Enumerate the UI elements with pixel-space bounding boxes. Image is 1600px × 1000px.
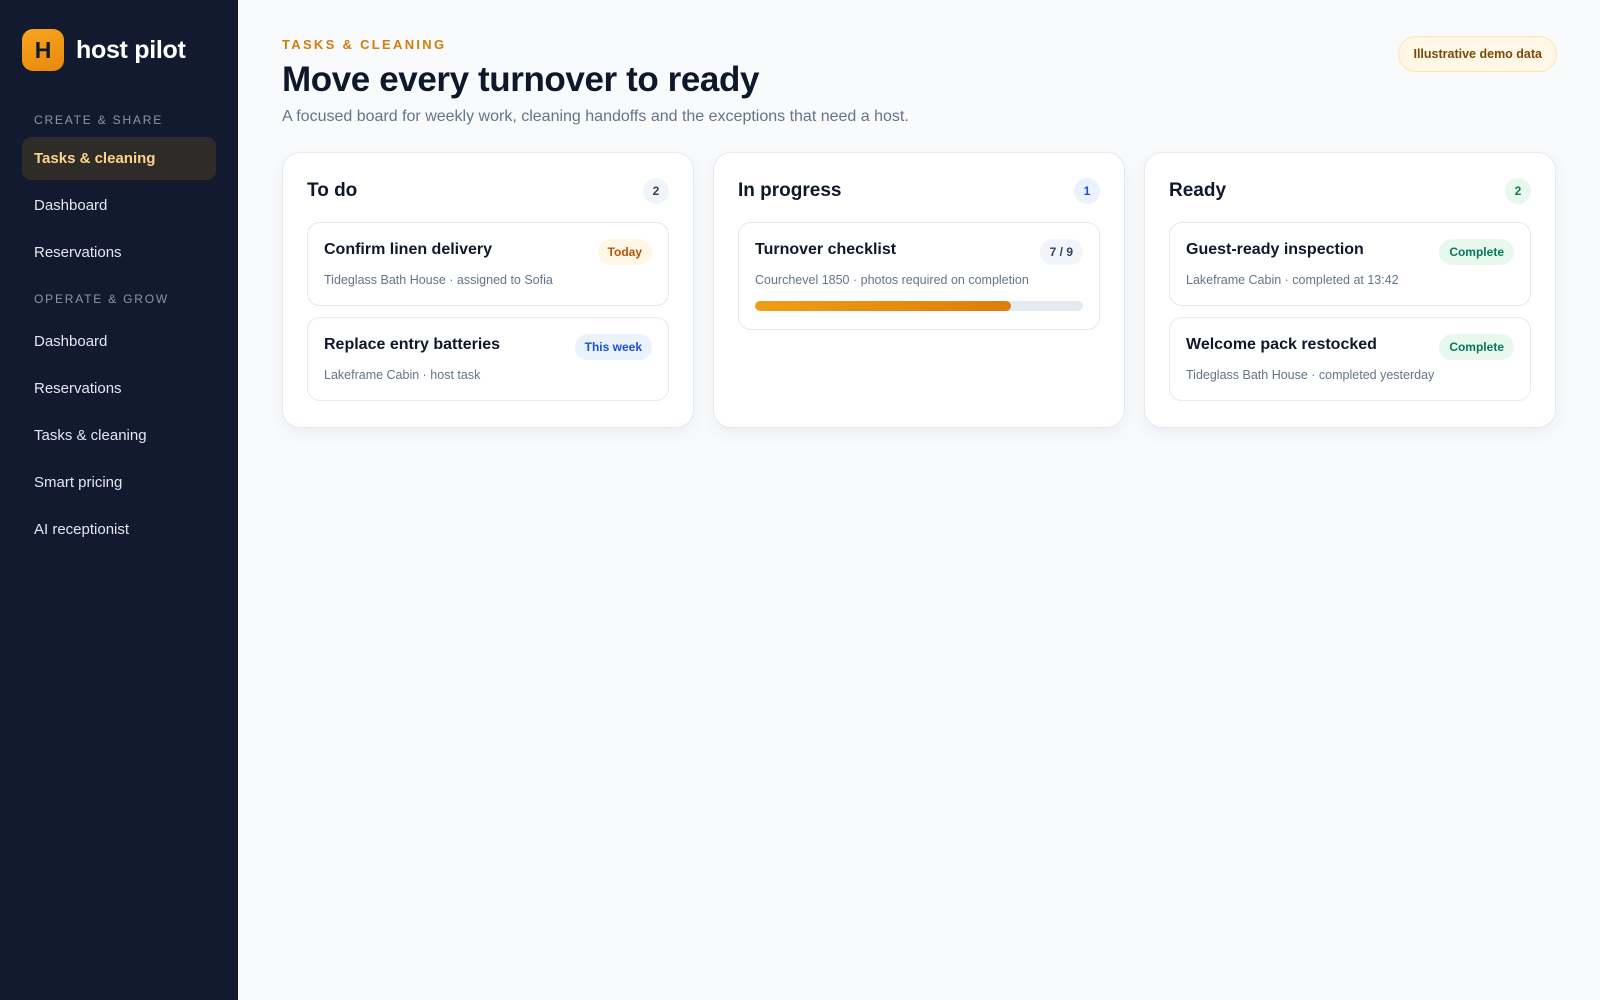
page-eyebrow: TASKS & CLEANING <box>282 37 447 52</box>
due-badge: Today <box>597 239 652 265</box>
task-title: Guest-ready inspection <box>1186 241 1364 258</box>
status-badge: Complete <box>1439 334 1514 360</box>
task-title: Confirm linen delivery <box>324 241 493 258</box>
sidebar-item-reservations[interactable]: Reservations <box>22 367 216 410</box>
column-count-badge: 2 <box>643 178 669 204</box>
status-badge: Complete <box>1439 239 1514 265</box>
task-card[interactable]: Replace entry batteries This week Lakefr… <box>307 317 669 401</box>
column-title: To do <box>307 180 358 201</box>
task-card[interactable]: Welcome pack restocked Complete Tideglas… <box>1169 317 1531 401</box>
nav-section-label: CREATE & SHARE <box>34 113 163 127</box>
demo-data-badge: Illustrative demo data <box>1398 36 1557 72</box>
task-card[interactable]: Confirm linen delivery Today Tideglass B… <box>307 222 669 306</box>
card-header: Replace entry batteries This week <box>324 334 652 360</box>
column-count-badge: 2 <box>1505 178 1531 204</box>
nav-section-label: OPERATE & GROW <box>34 292 169 306</box>
column-title: Ready <box>1169 180 1227 201</box>
column-title: In progress <box>738 180 842 201</box>
app-root: H host pilot CREATE & SHARE Tasks & clea… <box>0 0 1600 1000</box>
task-title: Replace entry batteries <box>324 336 501 353</box>
progress-bar <box>755 301 1083 311</box>
page-subtitle: A focused board for weekly work, cleanin… <box>282 108 909 125</box>
sidebar-item-ai-receptionist[interactable]: AI receptionist <box>22 508 216 551</box>
nav-group-operate-grow: OPERATE & GROW Dashboard Reservations Ta… <box>22 292 216 551</box>
task-meta: Lakeframe Cabin · host task <box>324 368 481 382</box>
column-in-progress: In progress 1 Turnover checklist 7 / 9 C… <box>713 152 1125 428</box>
column-to-do: To do 2 Confirm linen delivery Today Tid… <box>282 152 694 428</box>
task-card[interactable]: Guest-ready inspection Complete Lakefram… <box>1169 222 1531 306</box>
task-meta: Tideglass Bath House · completed yesterd… <box>1186 368 1435 382</box>
column-count-badge: 1 <box>1074 178 1100 204</box>
card-header: Turnover checklist 7 / 9 <box>755 239 1083 265</box>
sidebar-item-tasks-cleaning[interactable]: Tasks & cleaning <box>22 414 216 457</box>
nav-group-create-share: CREATE & SHARE Tasks & cleaning Dashboar… <box>22 113 216 274</box>
card-header: Confirm linen delivery Today <box>324 239 652 265</box>
page-title: Move every turnover to ready <box>282 60 760 99</box>
task-title: Turnover checklist <box>755 241 897 258</box>
task-meta: Tideglass Bath House · assigned to Sofia <box>324 273 553 287</box>
sidebar: H host pilot CREATE & SHARE Tasks & clea… <box>0 0 238 1000</box>
main-content: TASKS & CLEANING Move every turnover to … <box>238 0 1600 1000</box>
sidebar-item-smart-pricing[interactable]: Smart pricing <box>22 461 216 504</box>
sidebar-item-reservations[interactable]: Reservations <box>22 231 216 274</box>
brand-name: host pilot <box>76 35 186 64</box>
sidebar-item-dashboard[interactable]: Dashboard <box>22 320 216 363</box>
kanban-board: To do 2 Confirm linen delivery Today Tid… <box>282 152 1556 428</box>
task-meta: Courchevel 1850 · photos required on com… <box>755 273 1029 287</box>
brand-logo-icon: H <box>22 29 64 71</box>
column-ready: Ready 2 Guest-ready inspection Complete … <box>1144 152 1556 428</box>
progress-count-badge: 7 / 9 <box>1039 239 1083 265</box>
card-header: Guest-ready inspection Complete <box>1186 239 1514 265</box>
sidebar-item-dashboard[interactable]: Dashboard <box>22 184 216 227</box>
task-card[interactable]: Turnover checklist 7 / 9 Courchevel 1850… <box>738 222 1100 330</box>
column-header: In progress 1 <box>738 178 1100 204</box>
progress-bar-fill <box>755 301 1011 311</box>
due-badge: This week <box>574 334 652 360</box>
sidebar-item-tasks-cleaning[interactable]: Tasks & cleaning <box>22 137 216 180</box>
column-header: To do 2 <box>307 178 669 204</box>
brand[interactable]: H host pilot <box>22 29 216 71</box>
column-header: Ready 2 <box>1169 178 1531 204</box>
task-meta: Lakeframe Cabin · completed at 13:42 <box>1186 273 1399 287</box>
card-header: Welcome pack restocked Complete <box>1186 334 1514 360</box>
task-title: Welcome pack restocked <box>1186 336 1377 353</box>
